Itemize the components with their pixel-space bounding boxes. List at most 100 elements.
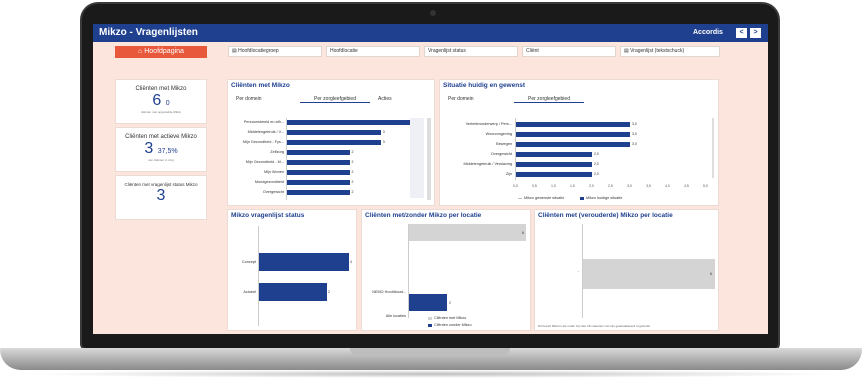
app-title: Mikzo - Vragenlijsten [99, 27, 198, 38]
x-tick-label: 1,5 [570, 184, 575, 188]
filter-hoofdlocatiegroep[interactable]: ▤ Hoofdlocatiegroep [228, 46, 322, 57]
bar-mark[interactable] [516, 132, 630, 137]
bar-label: Overgewicht [262, 190, 284, 194]
filter-hoofdlocatie[interactable]: Hoofdlocatie [326, 46, 420, 57]
bar-mark[interactable] [516, 152, 592, 157]
home-button[interactable]: ⌂ Hoofdpagina [115, 46, 207, 58]
kpi-caption: van cliënten in zorg [148, 158, 174, 162]
bar-mark[interactable] [287, 170, 350, 175]
filter-vragenlijst-tekst[interactable]: ▤ Vragenlijst (tekstschuck) [620, 46, 720, 57]
bar-label: Overgewicht [490, 152, 512, 156]
bar-value: 6 [522, 231, 524, 235]
bar-mark[interactable] [516, 172, 592, 177]
bar-mark[interactable] [516, 142, 630, 147]
next-page-button[interactable]: > [750, 28, 761, 38]
bar-mark[interactable] [287, 180, 350, 185]
bar-value: 2,0 [594, 152, 599, 156]
bar-label: Bewegen [496, 142, 512, 146]
legend-label: Cliënten zonder Mikzo [434, 323, 472, 327]
bar-mark[interactable] [516, 162, 592, 167]
bar-mark[interactable] [287, 140, 381, 145]
bar-label: NEMO Hoofdlocat... [372, 290, 406, 294]
filter-label: Vragenlijst status [428, 48, 466, 54]
bar-mark[interactable] [516, 122, 630, 127]
panel-met-zonder-mikzo: Cliënten met/zonder Mikzo per locatie 6 … [361, 209, 531, 331]
home-button-label: Hoofdpagina [144, 48, 184, 55]
bar-value: 2,0 [594, 162, 599, 166]
bar-value: 2,0 [594, 172, 599, 176]
x-tick-label: 3,5 [646, 184, 651, 188]
x-tick-label: 2,0 [589, 184, 594, 188]
scrollbar[interactable] [712, 118, 714, 178]
kpi-caption: cliënten met opgestelde Mikzo [140, 110, 182, 114]
webcam-icon [430, 10, 436, 16]
bar-label: Mijn Gezondheid - M... [245, 160, 284, 164]
filter-client[interactable]: Cliënt [522, 46, 616, 57]
bar-mark[interactable] [287, 160, 350, 165]
x-tick-label: 1,0 [551, 184, 556, 188]
bar-value: 2 [351, 190, 354, 194]
legend-label: Cliënten met Mikzo [434, 316, 467, 320]
legend-swatch [428, 323, 432, 327]
tab-per-domein[interactable]: Per domein [448, 96, 474, 102]
bar-value: 2 [351, 180, 354, 184]
bar-label: Mondgezondheid [254, 180, 284, 184]
bar-zonder-mikzo[interactable] [409, 294, 447, 311]
legend-zonder: Cliënten zonder Mikzo [428, 323, 472, 327]
kpi-side-value: 37,5% [157, 148, 178, 155]
kpi-side-value: 0 [165, 100, 170, 107]
bar-mark[interactable] [287, 150, 350, 155]
filter-vragenlijst-status[interactable]: Vragenlijst status [424, 46, 518, 57]
x-tick-label: 4,5 [684, 184, 689, 188]
kpi-value: 3 [144, 140, 154, 157]
tab-per-zorgleefgebied[interactable]: Per zorgleefgebied [300, 96, 370, 103]
bar-concept[interactable] [259, 253, 349, 271]
bar-value: 3,0 [632, 132, 637, 136]
prev-page-button[interactable]: < [736, 28, 747, 38]
scrollbar[interactable] [427, 118, 431, 200]
panel-situatie-huidig-gewenst: Situatie huidig en gewenst Per domein Pe… [439, 79, 719, 206]
legend-label: Mikzo huidige situatie [586, 196, 623, 200]
bar-value: 2 [328, 290, 330, 294]
bar-verouderd[interactable] [583, 259, 715, 289]
bar-label: Mijn Wonen [264, 170, 284, 174]
kpi-vragenlijst-status: Cliënten met vragenlijst status Mikzo 3 [115, 175, 207, 220]
kpi-value: 3 [156, 187, 166, 204]
legend-swatch [428, 316, 432, 320]
x-tick-label: 0,5 [532, 184, 537, 188]
bar-actueel[interactable] [259, 283, 327, 301]
bar-value: 3,0 [632, 122, 637, 126]
bar-label: Mijn Gezondheid - Fys... [242, 140, 284, 144]
legend-swatch [580, 196, 584, 200]
bar-mark[interactable] [287, 130, 381, 135]
bar-label: Actueel [243, 290, 256, 294]
bar-label: Verbeteronderwerp / Pers... [465, 122, 512, 126]
mini-overview[interactable] [410, 118, 424, 198]
bar-mark[interactable] [287, 190, 350, 195]
bar-value: 3 [382, 130, 385, 134]
y-axis [258, 226, 259, 326]
tab-per-zorgleefgebied[interactable]: Per zorgleefgebied [514, 96, 584, 103]
bar-label: Middelengebruik / V... [247, 130, 284, 134]
app-screen: Mikzo - Vragenlijsten Accordis < > ⌂ Hoo… [93, 24, 768, 334]
kpi-clienten-met-mikzo: Cliënten met Mikzo 6 0 cliënten met opge… [115, 79, 207, 124]
laptop-notch [350, 348, 510, 356]
legend-swatch [518, 197, 522, 199]
bar-label: Alle locaties [385, 314, 406, 318]
kpi-actieve-mikzo: Cliënten met actieve Mikzo 3 37,5% van c… [115, 127, 207, 172]
filter-label: Vragenlijst (tekstschuck) [630, 48, 685, 54]
bar-value: 3,0 [632, 142, 637, 146]
x-tick-label: 5,0 [703, 184, 708, 188]
panel-title: Mikzo vragenlijst status [231, 212, 305, 219]
bar-met-mikzo[interactable] [409, 224, 526, 241]
bar-value: 2 [351, 160, 354, 164]
kpi-value: 6 [152, 92, 162, 109]
tab-acties[interactable]: Acties [378, 96, 392, 102]
bar-mark[interactable] [287, 120, 412, 125]
panel-verouderde-mikzo: Cliënten met (verouderde) Mikzo per loca… [534, 209, 719, 331]
panel-title: Cliënten met Mikzo [231, 82, 290, 89]
panel-title: Situatie huidig en gewenst [443, 82, 525, 89]
filter-label: Hoofdlocatiegroep [238, 48, 279, 54]
bar-label: - [577, 269, 579, 273]
tab-per-domein[interactable]: Per domein [236, 96, 262, 102]
